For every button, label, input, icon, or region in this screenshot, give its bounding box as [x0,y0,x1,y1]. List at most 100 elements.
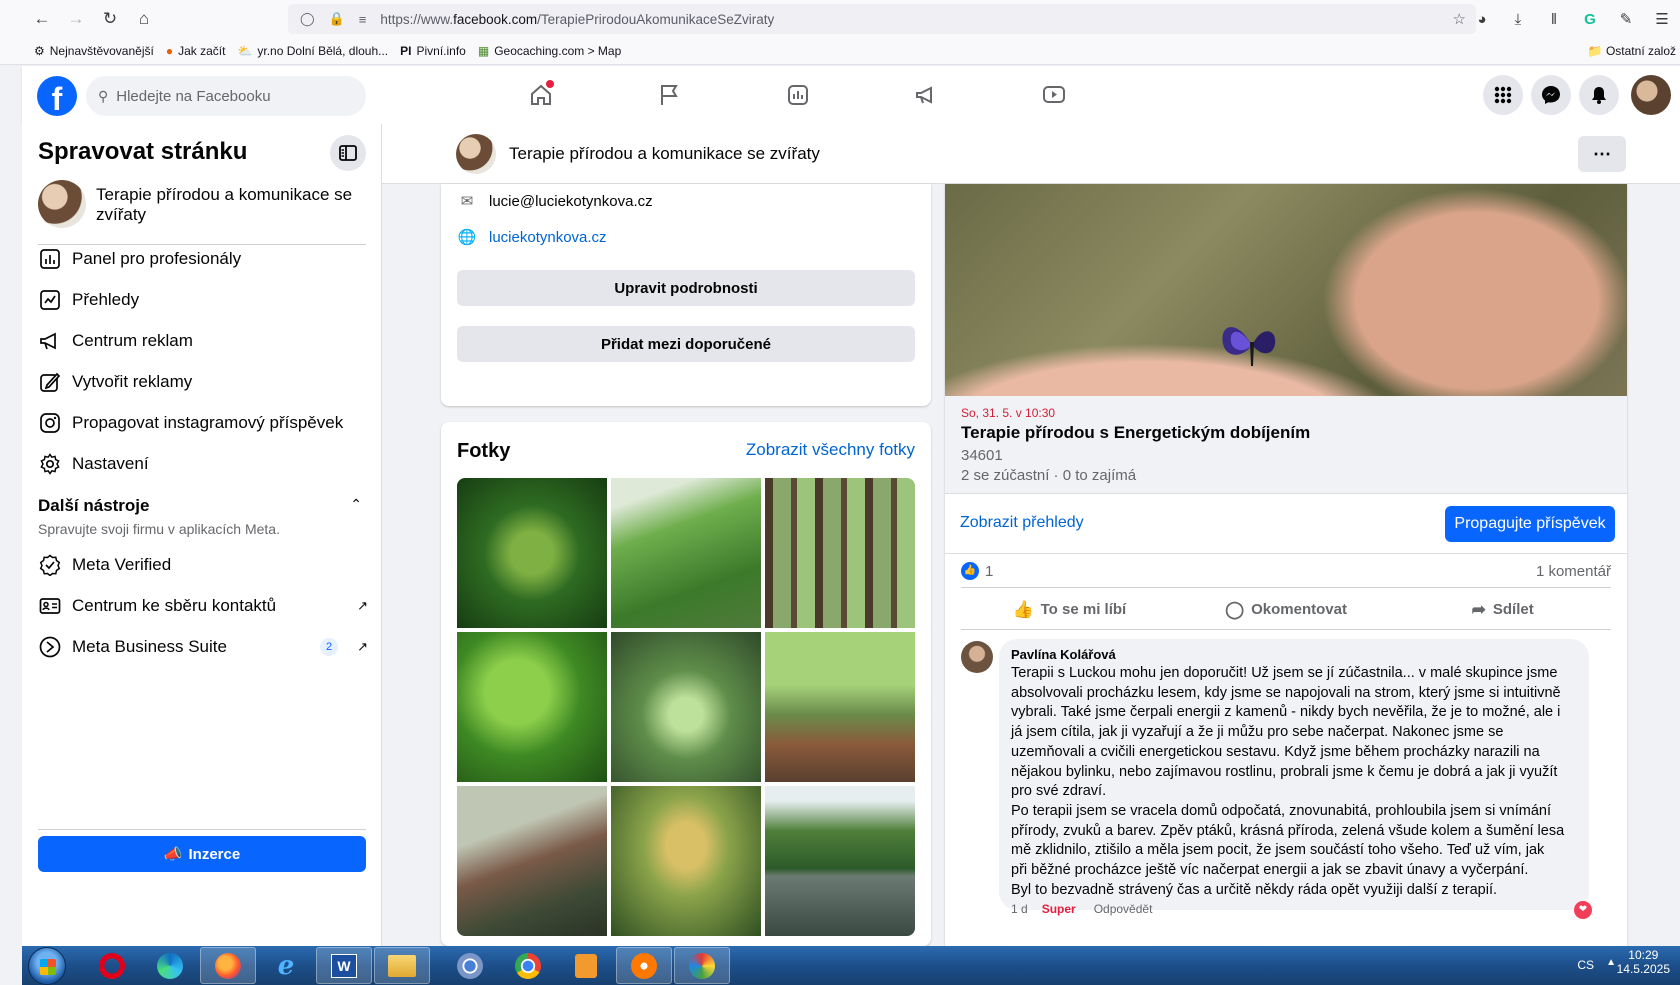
word-taskbar-icon[interactable]: W [316,947,372,984]
bookmark-item[interactable]: PI Pivní.info [400,44,466,58]
bookmark-item[interactable]: ⛅ yr.no Dolní Bělá, dlouh... [237,44,388,58]
page-avatar[interactable] [456,134,496,174]
sidebar-item-professional-dashboard[interactable]: Panel pro profesionály [38,238,368,279]
view-all-photos-link[interactable]: Zobrazit všechny fotky [746,440,915,460]
facebook-logo-icon[interactable]: f [37,76,77,116]
photo-thumbnail[interactable] [611,632,761,782]
page-title[interactable]: Terapie přírodou a komunikace se zvířaty [509,144,820,164]
photo-thumbnail[interactable] [765,786,915,936]
sidebar-item-promote-instagram[interactable]: Propagovat instagramový příspěvek [38,402,368,443]
messenger-icon[interactable] [1531,75,1571,115]
edge-taskbar-icon[interactable] [142,947,198,984]
bookmark-item[interactable]: ● Jak začít [166,44,226,58]
photo-thumbnail[interactable] [611,478,761,628]
bookmark-item[interactable]: ⚙ Nejnavštěvovanější [34,44,154,58]
photo-thumbnail[interactable] [457,632,607,782]
boost-post-button[interactable]: Propagujte příspěvek [1445,506,1615,542]
lock-icon[interactable]: 🔒 [329,11,345,27]
view-insights-link[interactable]: Zobrazit přehledy [960,514,1084,532]
sidebar-item-meta-verified[interactable]: Meta Verified [38,544,368,585]
menu-grid-icon[interactable] [1483,75,1523,115]
sidebar-item-insights[interactable]: Přehledy [38,279,368,320]
other-bookmarks[interactable]: 📁 Ostatní založ [1588,44,1676,58]
downloads-icon[interactable]: ⤓ [1500,11,1536,28]
comment-reaction-button[interactable]: Super [1042,902,1076,916]
notifications-bell-icon[interactable] [1579,75,1619,115]
sidebar-item-meta-business-suite[interactable]: Meta Business Suite 2 ↗ [38,626,368,667]
photo-thumbnail[interactable] [765,632,915,782]
more-tools-subtitle: Spravujte svoji firmu v aplikacích Meta. [38,521,280,537]
media-player-taskbar-icon[interactable] [558,947,614,984]
home-nav-icon[interactable] [526,80,556,110]
firefox-taskbar-icon[interactable] [200,947,256,984]
edit-details-button[interactable]: Upravit podrobnosti [457,270,915,306]
like-button[interactable]: 👍 To se mi líbí [961,590,1178,629]
sidebar-page-switcher[interactable]: Terapie přírodou a komunikace se zvířaty [38,180,368,228]
reply-button[interactable]: Odpovědět [1094,902,1153,916]
sidebar-item-settings[interactable]: Nastavení [38,443,368,484]
like-count[interactable]: 1 [985,563,993,580]
extensions-icon[interactable]: ✎ [1608,10,1644,28]
grammarly-icon[interactable]: G [1572,11,1608,28]
tray-expand-icon[interactable]: ▲ [1606,957,1616,968]
permissions-icon[interactable]: ≡ [359,12,367,27]
photo-thumbnail[interactable] [611,786,761,936]
sidebar-item-ad-center[interactable]: Centrum reklam [38,320,368,361]
search-input[interactable]: ⚲ Hledejte na Facebooku [86,76,366,116]
page-avatar [38,180,86,228]
library-icon[interactable]: ‖ [1536,11,1572,28]
more-options-button[interactable]: ⋯ [1578,136,1626,172]
start-button[interactable] [28,947,66,985]
file-explorer-taskbar-icon[interactable] [374,947,430,984]
back-icon[interactable]: ← [24,1,60,37]
collapse-sidebar-icon[interactable] [330,135,366,171]
chevron-up-icon[interactable]: ⌃ [350,496,362,513]
comment-line: vybrali. Také jsme čerpali energii z kam… [1011,704,1561,721]
comment-count[interactable]: 1 komentář [1536,563,1611,580]
event-cover-photo[interactable] [945,184,1627,396]
chromium-taskbar-icon[interactable] [442,947,498,984]
photo-thumbnail[interactable] [457,786,607,936]
comment-button[interactable]: ◯ Okomentovat [1178,590,1395,629]
account-avatar[interactable] [1631,75,1671,115]
home-icon[interactable]: ⌂ [126,1,162,37]
url-domain: facebook.com [453,11,538,27]
commenter-avatar[interactable] [961,641,993,673]
photo-grid [457,478,915,936]
forward-icon[interactable]: → [58,1,94,37]
comment-author[interactable]: Pavlína Kolářová [1011,647,1577,662]
paint-taskbar-icon[interactable] [674,947,730,984]
opera-taskbar-icon[interactable] [84,947,140,984]
flag-nav-icon[interactable] [654,80,684,110]
megaphone-nav-icon[interactable] [911,80,941,110]
pocket-icon[interactable]: ◕ [1464,11,1500,28]
share-button[interactable]: ➦ Sdílet [1394,590,1611,629]
photo-thumbnail[interactable] [765,478,915,628]
more-tools-header[interactable]: Další nástroje Spravujte svoji firmu v a… [38,496,366,537]
insights-nav-icon[interactable] [783,80,813,110]
add-featured-button[interactable]: Přidat mezi doporučené [457,326,915,362]
reactions-summary: 👍 1 1 komentář [961,554,1611,588]
menu-icon[interactable]: ☰ [1644,10,1680,28]
advertise-button[interactable]: 📣 Inzerce [38,836,366,872]
sidebar-item-create-ads[interactable]: Vytvořit reklamy [38,361,368,402]
email-value[interactable]: lucie@luciekotynkova.cz [489,193,653,210]
sidebar-item-lead-center[interactable]: Centrum ke sběru kontaktů ↗ [38,585,368,626]
shield-icon[interactable]: ◯ [300,11,315,27]
chrome-taskbar-icon[interactable] [500,947,556,984]
internet-explorer-taskbar-icon[interactable]: e [258,947,314,984]
sidebar-item-label: Meta Business Suite [72,636,227,656]
sidebar-item-label: Nastavení [72,453,149,473]
website-link[interactable]: luciekotynkova.cz [489,229,607,246]
video-nav-icon[interactable] [1039,80,1069,110]
comment-age[interactable]: 1 d [1011,902,1028,916]
photo-thumbnail[interactable] [457,478,607,628]
language-indicator[interactable]: CS [1577,958,1594,972]
bookmark-item[interactable]: ▦ Geocaching.com > Map [478,44,621,58]
reload-icon[interactable]: ↻ [92,1,128,37]
geocaching-icon: ▦ [477,44,490,58]
avast-taskbar-icon[interactable] [616,947,672,984]
clock[interactable]: 10:29 14.5.2025 [1617,948,1670,976]
event-details[interactable]: So, 31. 5. v 10:30 Terapie přírodou s En… [945,396,1627,494]
url-bar[interactable]: ◯ 🔒 ≡ https://www. facebook.com/TerapiePr… [288,4,1476,34]
